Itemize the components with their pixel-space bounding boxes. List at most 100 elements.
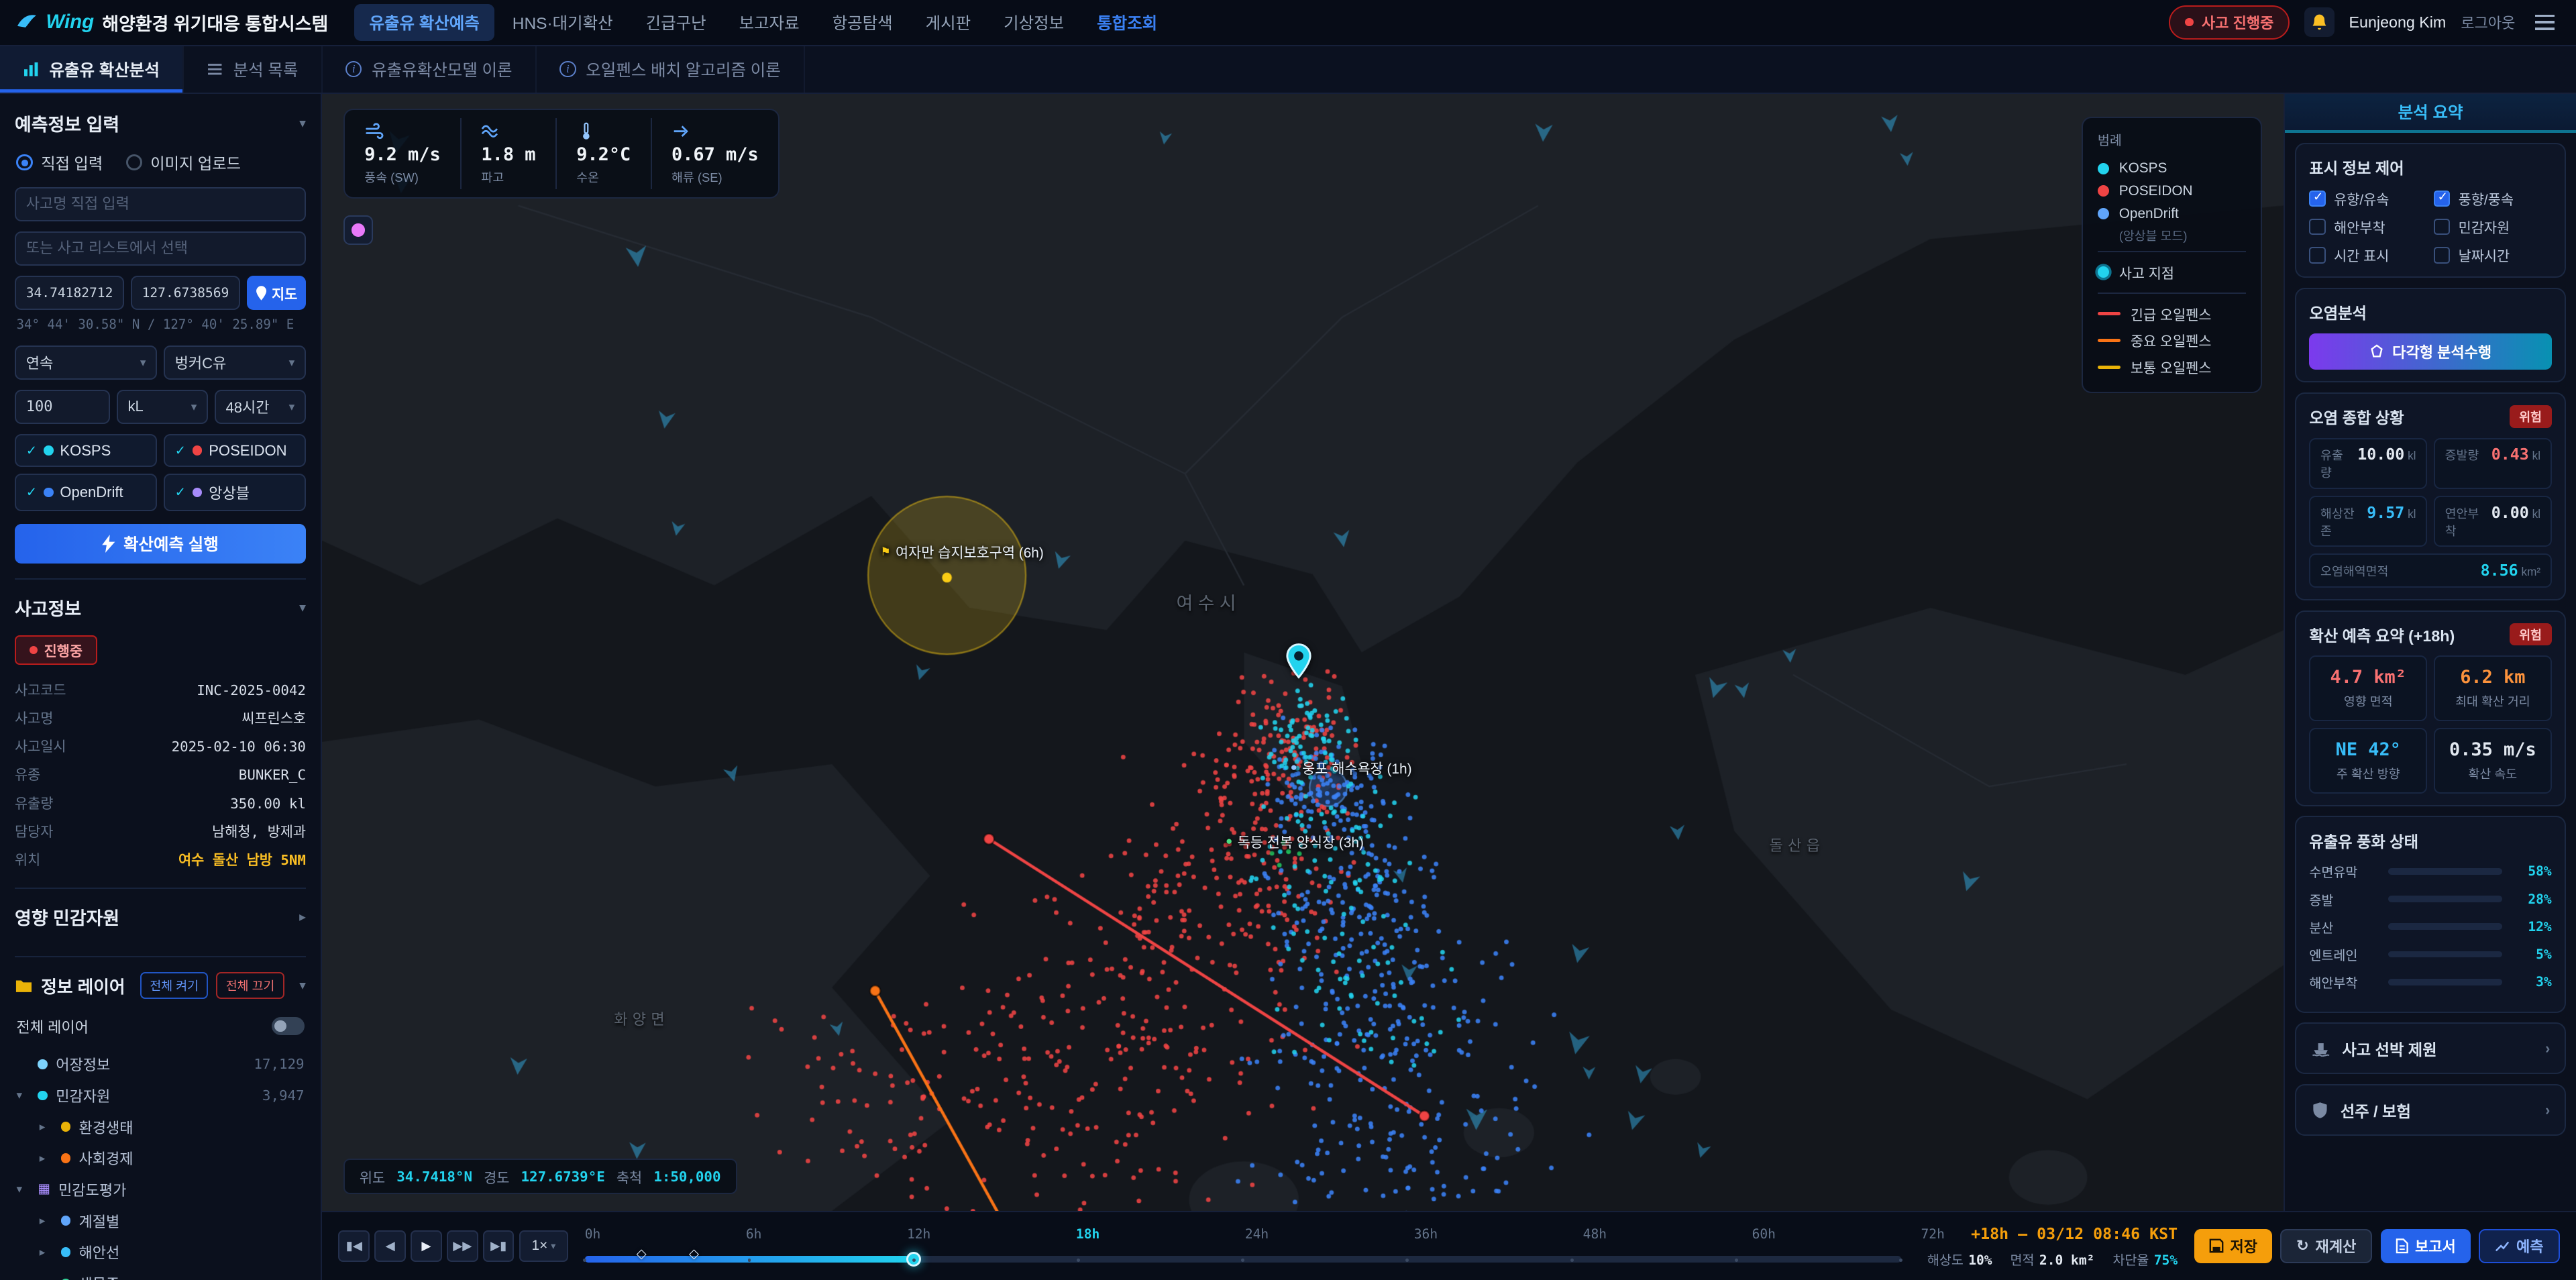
user-name[interactable]: Eunjeong Kim (2349, 13, 2447, 32)
timeline-tick[interactable]: 72h (1921, 1226, 1945, 1242)
incident-section-header[interactable]: 사고정보 ▾ (15, 578, 306, 632)
layer-item[interactable]: ▾민감자원3,947 (15, 1080, 306, 1112)
timeline-tick[interactable]: 18h (1076, 1226, 1099, 1242)
timeline-tick[interactable]: 12h (907, 1226, 930, 1242)
nav-integrated-search[interactable]: 통합조회 (1082, 4, 1172, 41)
map-style-button[interactable] (343, 215, 373, 245)
run-prediction-button[interactable]: 확산예측 실행 (15, 524, 306, 564)
polygon-analysis-button[interactable]: 다각형 분석수행 (2309, 333, 2551, 370)
oil-type-select[interactable]: 벙커C유▾ (164, 345, 306, 380)
nav-spill-prediction[interactable]: 유출유 확산예측 (354, 4, 494, 41)
skip-end-button[interactable]: ▶▮ (483, 1230, 515, 1262)
predict-button[interactable]: 예측 (2479, 1229, 2559, 1263)
fast-forward-button[interactable]: ▶▶ (447, 1230, 478, 1262)
spill-point-pin[interactable] (1286, 643, 1312, 679)
display-option[interactable]: 민감자원 (2434, 217, 2552, 237)
model-toggle-poseidon[interactable]: ✓POSEIDON (164, 434, 306, 468)
incident-list-input[interactable] (15, 231, 306, 266)
recalculate-button[interactable]: ↻ 재계산 (2280, 1229, 2372, 1263)
chevron-right-icon[interactable]: ▸ (40, 1120, 53, 1134)
display-option[interactable]: 유향/유속 (2309, 189, 2427, 209)
layer-item[interactable]: ▸생물종 (15, 1268, 306, 1280)
chevron-right-icon[interactable]: ▸ (40, 1214, 53, 1228)
nav-reports[interactable]: 보고자료 (724, 4, 814, 41)
map-pick-button[interactable]: 지도 (247, 276, 306, 310)
tab-analysis-list[interactable]: 분석 목록 (184, 46, 323, 93)
chevron-right-icon[interactable]: ▸ (40, 1245, 53, 1259)
nav-hns[interactable]: HNS·대기확산 (498, 4, 628, 41)
speed-select[interactable]: 1×▾ (519, 1230, 568, 1262)
fence-event-marker[interactable]: ◇ (689, 1246, 699, 1262)
timeline-slider[interactable]: ◇◇ (585, 1251, 1901, 1267)
display-option[interactable]: 날짜시간 (2434, 245, 2552, 265)
nav-weather[interactable]: 기상정보 (989, 4, 1079, 41)
display-option[interactable]: 해안부착 (2309, 217, 2427, 237)
skip-start-button[interactable]: ▮◀ (338, 1230, 370, 1262)
layers-all-on-button[interactable]: 전체 켜기 (140, 972, 208, 999)
logout-button[interactable]: 로그아웃 (2461, 11, 2515, 33)
model-toggle-kosps[interactable]: ✓KOSPS (15, 434, 157, 468)
incident-status-badge[interactable]: 사고 진행중 (2169, 5, 2290, 40)
chevron-down-icon[interactable]: ▾ (16, 1182, 30, 1196)
predict-section-header[interactable]: 예측정보 입력 ▾ (15, 103, 306, 148)
analysis-summary-panel[interactable]: 분석 요약 표시 정보 제어 유향/유속풍향/풍속해안부착민감자원시간 표시날짜… (2284, 94, 2576, 1211)
report-button[interactable]: 보고서 (2381, 1229, 2471, 1263)
timeline-tick[interactable]: 6h (746, 1226, 762, 1242)
timeline-tick[interactable]: 0h (585, 1226, 601, 1242)
incident-info-label: 담당자 (15, 820, 53, 841)
duration-select[interactable]: 48시간▾ (215, 390, 306, 424)
model-toggle-opendrift[interactable]: ✓OpenDrift (15, 474, 157, 511)
incident-name-input[interactable] (15, 187, 306, 221)
model-toggle-ensemble[interactable]: ✓앙상블 (164, 474, 306, 511)
notification-bell-icon[interactable] (2304, 7, 2334, 37)
timeline-tick[interactable]: 24h (1245, 1226, 1269, 1242)
display-option[interactable]: 시간 표시 (2309, 245, 2427, 265)
menu-icon[interactable] (2530, 9, 2559, 35)
play-button[interactable]: ▶ (411, 1230, 442, 1262)
map[interactable]: 여수시화양면돌산읍⚑여자만 습지보호구역 (6h)●웅포 해수욕장 (1h)●독… (322, 94, 2284, 1211)
nav-rescue[interactable]: 긴급구난 (631, 4, 721, 41)
radio-image-upload[interactable]: 이미지 업로드 (126, 151, 241, 174)
radio-direct-input[interactable]: 직접 입력 (16, 151, 103, 174)
unit-select[interactable]: kL▾ (117, 390, 208, 424)
shield-icon (2311, 1101, 2329, 1119)
step-back-button[interactable]: ◀ (374, 1230, 406, 1262)
poi-text: 웅포 해수욕장 (1h) (1302, 757, 1411, 778)
spill-mode-select[interactable]: 연속▾ (15, 345, 157, 380)
layer-item[interactable]: 어장정보17,129 (15, 1049, 306, 1080)
tab-analysis-summary[interactable]: 분석 요약 (2285, 94, 2576, 134)
poi-icon: ● (1290, 760, 1297, 774)
layer-item[interactable]: ▸계절별 (15, 1205, 306, 1236)
longitude-input[interactable] (131, 276, 240, 310)
chevron-down-icon[interactable]: ▾ (16, 1088, 30, 1102)
vessel-specs-section[interactable]: 사고 선박 제원 › (2295, 1022, 2567, 1074)
recalculate-label: 재계산 (2316, 1235, 2357, 1257)
layer-item[interactable]: ▸환경생태 (15, 1111, 306, 1142)
all-layers-toggle[interactable] (272, 1017, 305, 1035)
tab-boom-algorithm-theory[interactable]: i 오일펜스 배치 알고리즘 이론 (537, 46, 805, 93)
layer-item[interactable]: ▸해안선 (15, 1236, 306, 1268)
owner-insurance-section[interactable]: 선주 / 보험 › (2295, 1084, 2567, 1136)
timeline-tick[interactable]: 36h (1414, 1226, 1438, 1242)
save-button[interactable]: 저장 (2194, 1229, 2272, 1263)
fence-line-icon (2098, 366, 2121, 369)
thermometer-icon (576, 121, 596, 141)
layer-tree: 어장정보17,129▾민감자원3,947▸환경생태▸사회경제▾▦민감도평가▸계절… (15, 1049, 306, 1280)
display-option[interactable]: 풍향/풍속 (2434, 189, 2552, 209)
latitude-input[interactable] (15, 276, 124, 310)
layer-item[interactable]: ▸사회경제 (15, 1142, 306, 1174)
layer-item[interactable]: ▾▦민감도평가 (15, 1174, 306, 1206)
tab-spill-analysis[interactable]: 유출유 확산분석 (0, 46, 184, 93)
fence-event-marker[interactable]: ◇ (637, 1246, 647, 1262)
amount-input[interactable] (15, 390, 110, 424)
nav-aerial-search[interactable]: 항공탐색 (818, 4, 908, 41)
chevron-right-icon[interactable]: ▸ (40, 1151, 53, 1165)
tab-model-theory[interactable]: i 유출유확산모델 이론 (323, 46, 537, 93)
layers-all-off-button[interactable]: 전체 끄기 (216, 972, 284, 999)
left-sidebar[interactable]: 예측정보 입력 ▾ 직접 입력 이미지 업로드 지도 34° 44' 30.58… (0, 94, 322, 1280)
nav-board[interactable]: 게시판 (911, 4, 986, 41)
layers-section-header[interactable]: 정보 레이어 전체 켜기 전체 끄기 ▾ (15, 956, 306, 1010)
timeline-tick[interactable]: 60h (1752, 1226, 1776, 1242)
timeline-tick[interactable]: 48h (1583, 1226, 1607, 1242)
sensitive-section-header[interactable]: 영향 민감자원 ▸ (15, 888, 306, 941)
